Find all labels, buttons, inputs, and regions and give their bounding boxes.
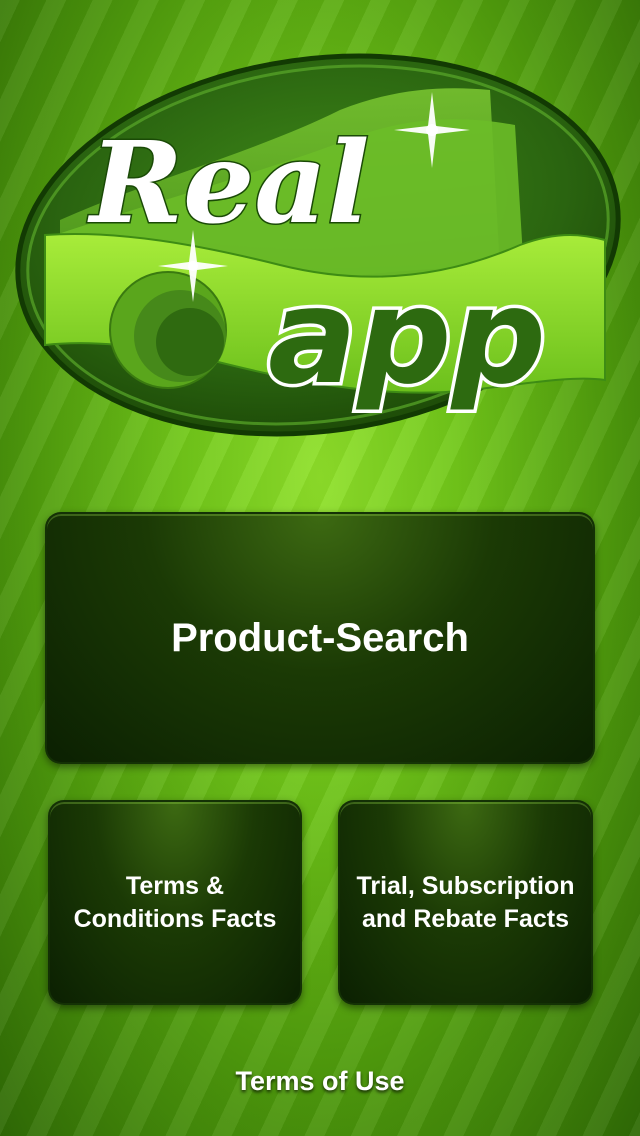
logo-app-text: app	[268, 260, 546, 414]
logo-circles	[109, 271, 227, 389]
product-search-label: Product-Search	[171, 615, 469, 660]
terms-conditions-facts-label: Terms & Conditions Facts	[73, 871, 277, 933]
app-logo: Real app	[15, 53, 621, 437]
trial-subscription-rebate-facts-button[interactable]: Trial, Subscription and Rebate Facts	[338, 800, 593, 1005]
trial-subscription-rebate-facts-label: Trial, Subscription and Rebate Facts	[356, 871, 575, 933]
terms-of-use-link[interactable]: Terms of Use	[0, 1066, 640, 1097]
product-search-button[interactable]: Product-Search	[45, 512, 595, 764]
logo-real-text: Real	[87, 118, 369, 249]
terms-conditions-facts-button[interactable]: Terms & Conditions Facts	[48, 800, 302, 1005]
